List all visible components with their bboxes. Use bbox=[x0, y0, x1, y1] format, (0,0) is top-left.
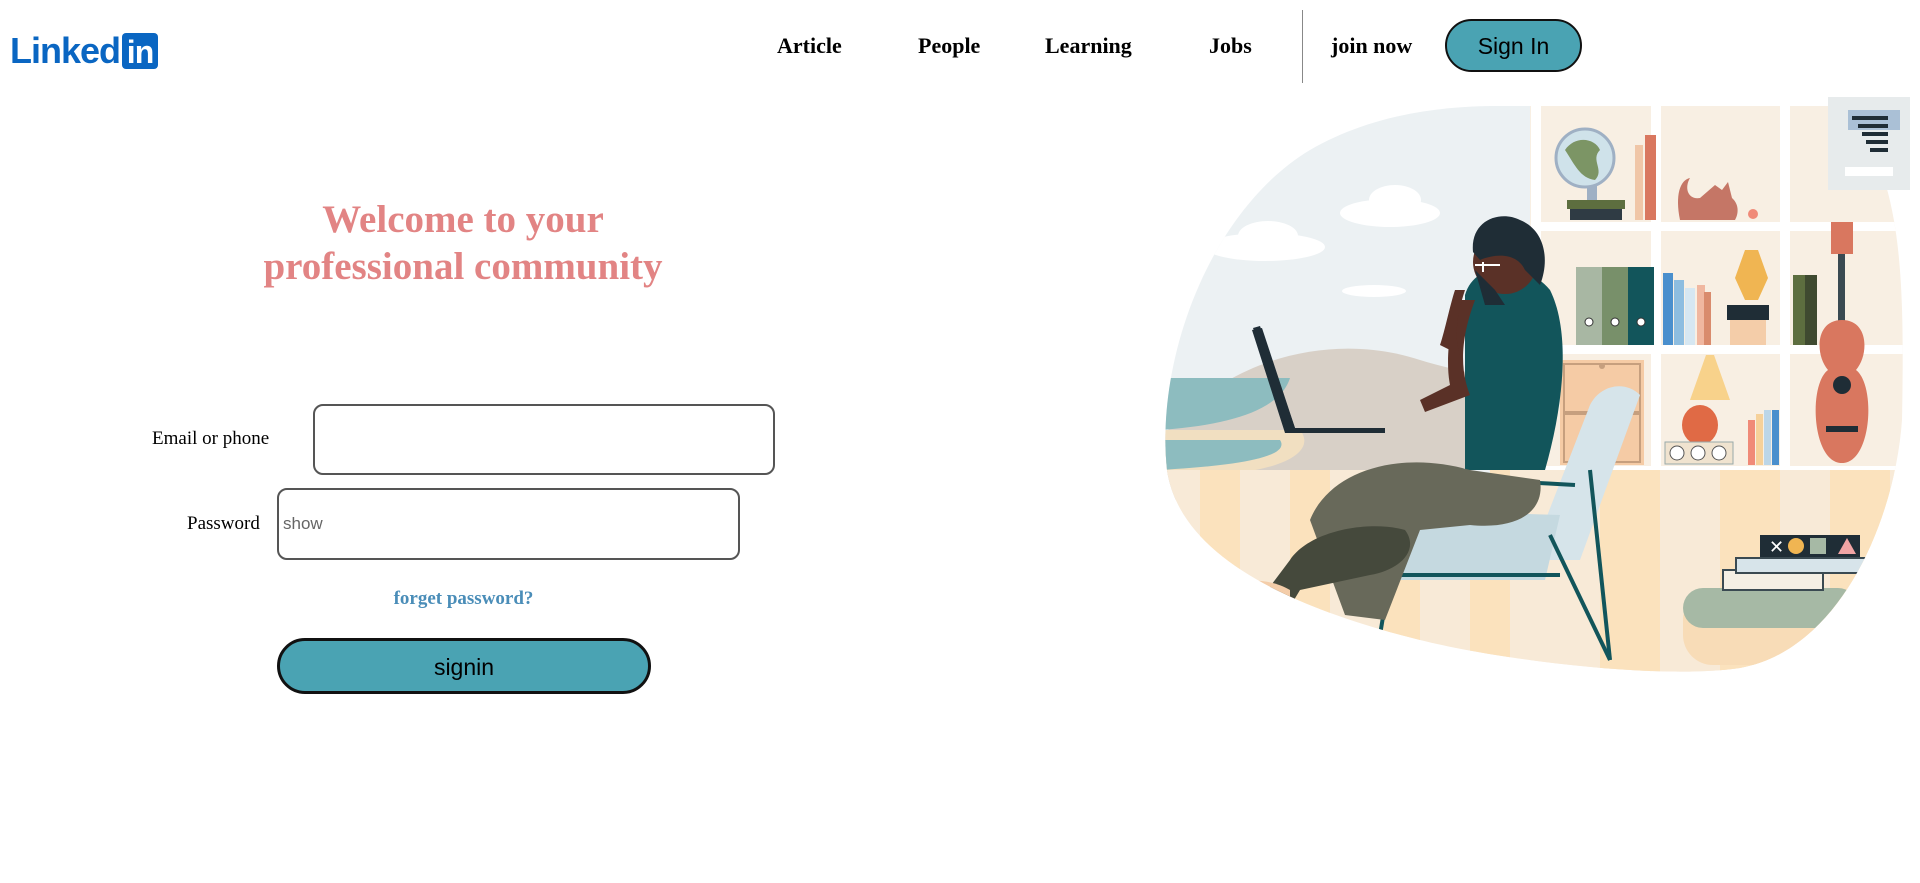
headline-line-2: professional community bbox=[263, 245, 663, 288]
page-title: Welcome to your professional community bbox=[230, 196, 696, 290]
email-field[interactable] bbox=[313, 404, 775, 475]
join-now-link[interactable]: join now bbox=[1331, 32, 1412, 60]
email-label: Email or phone bbox=[152, 428, 270, 449]
signin-button[interactable]: signin bbox=[277, 638, 651, 694]
hero-illustration: ✕ bbox=[1165, 97, 1910, 672]
password-field[interactable] bbox=[277, 488, 740, 560]
forgot-password-link[interactable]: forget password? bbox=[330, 587, 597, 611]
linkedin-logo[interactable]: Linked in bbox=[10, 30, 159, 71]
logo-wordmark: Linked bbox=[10, 30, 121, 71]
nav-jobs[interactable]: Jobs bbox=[1209, 32, 1252, 60]
header-sign-in-button[interactable]: Sign In bbox=[1445, 19, 1582, 72]
nav-divider bbox=[1302, 10, 1303, 83]
nav-article[interactable]: Article bbox=[777, 32, 842, 60]
nav-learning[interactable]: Learning bbox=[1045, 32, 1132, 60]
svg-text:✕: ✕ bbox=[1769, 537, 1784, 558]
nav-people[interactable]: People bbox=[918, 32, 980, 60]
headline-line-1: Welcome to your bbox=[322, 198, 604, 241]
password-label: Password bbox=[187, 513, 260, 534]
logo-in-box: in bbox=[122, 33, 159, 70]
